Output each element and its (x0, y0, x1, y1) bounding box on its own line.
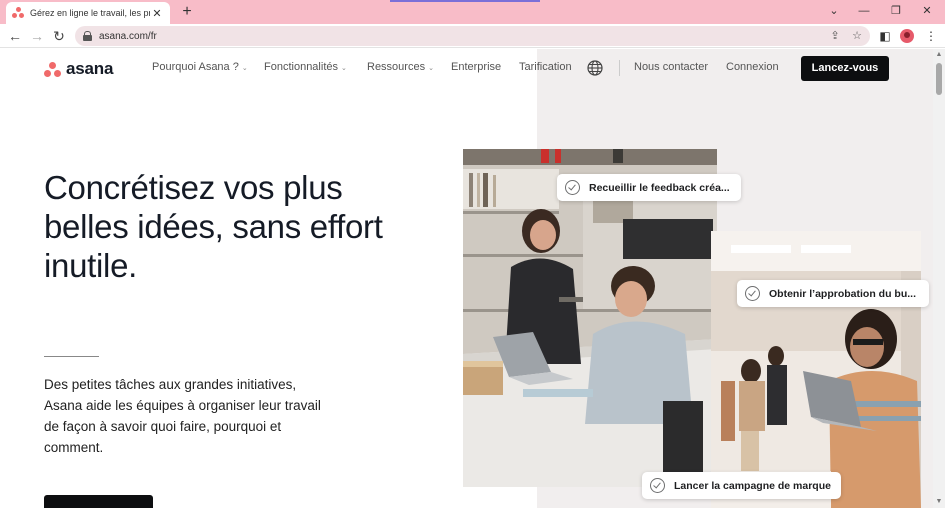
task-chip-feedback[interactable]: Recueillir le feedback créa... (557, 174, 741, 201)
browser-tab-strip: Gérez en ligne le travail, les projets ✕… (0, 0, 945, 24)
tab-strip-accent (390, 0, 540, 2)
check-circle-icon[interactable] (745, 286, 760, 301)
task-chip-campagne[interactable]: Lancer la campagne de marque (642, 472, 841, 499)
asana-logo-icon (44, 61, 61, 77)
asana-logo[interactable]: asana (44, 59, 113, 79)
tab-search-icon[interactable]: ⌄ (820, 3, 848, 19)
side-panel-icon[interactable]: ◧ (876, 27, 894, 45)
window-restore-icon[interactable]: ❐ (882, 3, 910, 19)
hero-cta-button[interactable] (44, 495, 153, 508)
nav-pourquoi-asana[interactable]: Pourquoi Asana ? ⌄ (152, 61, 248, 73)
nav-fonctionnalites[interactable]: Fonctionnalités ⌄ (264, 61, 347, 73)
page-scrollbar[interactable]: ▲ ▼ (933, 49, 945, 508)
nav-ressources[interactable]: Ressources ⌄ (367, 61, 434, 73)
window-close-icon[interactable]: ✕ (913, 3, 941, 19)
task-label: Obtenir l’approbation du bu... (769, 287, 916, 300)
task-label: Recueillir le feedback créa... (589, 181, 730, 194)
hero-lead-text: Des petites tâches aux grandes initiativ… (44, 377, 321, 455)
globe-icon[interactable] (587, 60, 603, 76)
back-arrow-icon[interactable]: ← (6, 27, 24, 45)
browser-toolbar: ← → ↻ asana.com/fr ⇪ ☆ ◧ ⋮ (0, 24, 945, 48)
laptop-user-photo (711, 231, 921, 508)
get-started-button[interactable]: Lancez-vous (801, 56, 889, 81)
scroll-up-icon[interactable]: ▲ (933, 49, 945, 61)
nav-label: Tarification (519, 61, 572, 73)
nav-enterprise[interactable]: Enterprise (451, 61, 501, 73)
nav-login[interactable]: Connexion (726, 61, 779, 73)
nav-label: Pourquoi Asana ? (152, 61, 239, 73)
nav-label: Enterprise (451, 61, 502, 73)
laptop-user-illustration (711, 231, 921, 508)
hero-divider (44, 356, 99, 357)
browser-menu-icon[interactable]: ⋮ (922, 27, 940, 45)
brand-name: asana (66, 59, 114, 78)
address-url[interactable]: asana.com/fr (99, 31, 826, 42)
new-tab-button[interactable]: + (178, 3, 196, 21)
nav-label: Fonctionnalités (264, 61, 338, 73)
chevron-down-icon: ⌄ (428, 65, 434, 72)
scrollbar-thumb[interactable] (936, 63, 942, 95)
browser-tab-active[interactable]: Gérez en ligne le travail, les projets ✕ (6, 2, 170, 24)
reload-icon[interactable]: ↻ (50, 27, 68, 45)
scroll-down-icon[interactable]: ▼ (933, 496, 945, 508)
nav-tarification[interactable]: Tarification (519, 61, 572, 73)
lock-icon (83, 31, 92, 41)
page-viewport: asana Pourquoi Asana ? ⌄ Fonctionnalités ⌄… (0, 49, 933, 508)
task-chip-approbation[interactable]: Obtenir l’approbation du bu... (737, 280, 929, 307)
nav-label: Ressources (367, 61, 426, 73)
site-header: asana Pourquoi Asana ? ⌄ Fonctionnalités ⌄… (0, 49, 933, 87)
chevron-down-icon: ⌄ (341, 65, 347, 72)
asana-favicon-icon (12, 7, 24, 19)
hero-headline: Concrétisez vos plus belles idées, sans … (44, 169, 383, 284)
nav-divider (619, 60, 620, 76)
check-circle-icon[interactable] (565, 180, 580, 195)
forward-arrow-icon[interactable]: → (28, 27, 46, 45)
chevron-down-icon: ⌄ (241, 65, 248, 72)
profile-avatar-icon[interactable] (900, 29, 914, 43)
check-circle-icon[interactable] (650, 478, 665, 493)
nav-contact[interactable]: Nous contacter (634, 61, 708, 73)
address-bar[interactable]: asana.com/fr ⇪ ☆ (75, 26, 870, 46)
tab-title: Gérez en ligne le travail, les projets (30, 8, 150, 18)
share-icon[interactable]: ⇪ (826, 27, 844, 45)
task-label: Lancer la campagne de marque (674, 479, 831, 492)
window-minimize-icon[interactable]: — (850, 3, 878, 19)
tab-close-icon[interactable]: ✕ (150, 7, 164, 20)
bookmark-star-icon[interactable]: ☆ (848, 27, 866, 45)
